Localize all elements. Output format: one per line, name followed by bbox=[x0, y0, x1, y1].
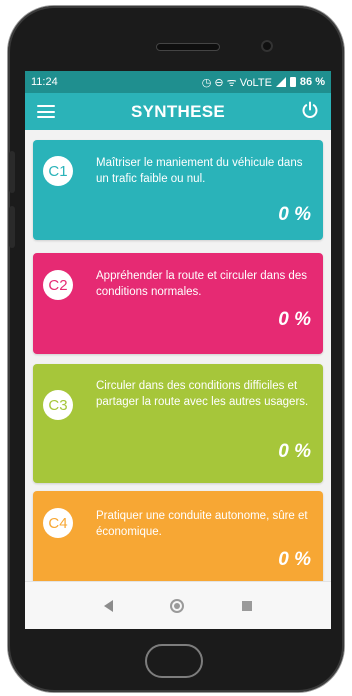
competence-badge: C1 bbox=[43, 156, 73, 186]
hamburger-menu-icon[interactable] bbox=[37, 105, 55, 118]
competence-text: Circuler dans des conditions difficiles … bbox=[96, 380, 309, 408]
competence-text: Appréhender la route et circuler dans de… bbox=[96, 270, 307, 298]
competence-percent: 0 % bbox=[278, 204, 311, 225]
status-icons: ◷ ⊖ ᯤ VoLTE 86 % bbox=[202, 75, 325, 90]
competence-text: Maîtriser le maniement du véhicule dans … bbox=[96, 157, 303, 185]
status-bar: 11:24 ◷ ⊖ ᯤ VoLTE 86 % bbox=[25, 71, 331, 93]
competence-card-c2[interactable]: C2 Appréhender la route et circuler dans… bbox=[33, 253, 323, 354]
competence-badge: C2 bbox=[43, 270, 73, 300]
volume-button bbox=[9, 151, 15, 193]
competence-card-c4[interactable]: C4 Pratiquer une conduite autonome, sûre… bbox=[33, 491, 323, 581]
battery-percent: 86 % bbox=[299, 76, 325, 88]
earpiece-speaker bbox=[156, 43, 220, 51]
volume-button-lower bbox=[9, 206, 15, 248]
competence-list: C1 Maîtriser le maniement du véhicule da… bbox=[25, 130, 331, 581]
competence-percent: 0 % bbox=[278, 441, 311, 462]
battery-icon bbox=[289, 77, 296, 87]
home-icon[interactable] bbox=[170, 598, 185, 613]
app-bar: SYNTHESE bbox=[25, 93, 331, 130]
page-title: SYNTHESE bbox=[130, 101, 226, 121]
competence-card-c3[interactable]: C3 Circuler dans des conditions difficil… bbox=[33, 364, 323, 483]
competence-text: Pratiquer une conduite autonome, sûre et… bbox=[96, 510, 308, 538]
back-icon[interactable] bbox=[103, 599, 113, 612]
competence-badge: C4 bbox=[43, 508, 73, 538]
power-icon[interactable] bbox=[301, 101, 319, 122]
competence-badge: C3 bbox=[43, 390, 73, 420]
signal-icon bbox=[275, 77, 286, 87]
screen: 11:24 ◷ ⊖ ᯤ VoLTE 86 % SYNTHESE C1 Maîtr… bbox=[25, 71, 331, 629]
physical-home-button[interactable] bbox=[145, 644, 203, 678]
recent-apps-icon[interactable] bbox=[242, 600, 253, 611]
competence-percent: 0 % bbox=[278, 549, 311, 570]
android-nav-bar bbox=[25, 581, 331, 629]
front-camera bbox=[261, 40, 273, 52]
status-icons-text: ◷ ⊖ ᯤ VoLTE bbox=[201, 76, 272, 89]
status-time: 11:24 bbox=[31, 76, 58, 88]
competence-card-c1[interactable]: C1 Maîtriser le maniement du véhicule da… bbox=[33, 140, 323, 240]
competence-percent: 0 % bbox=[278, 309, 311, 330]
